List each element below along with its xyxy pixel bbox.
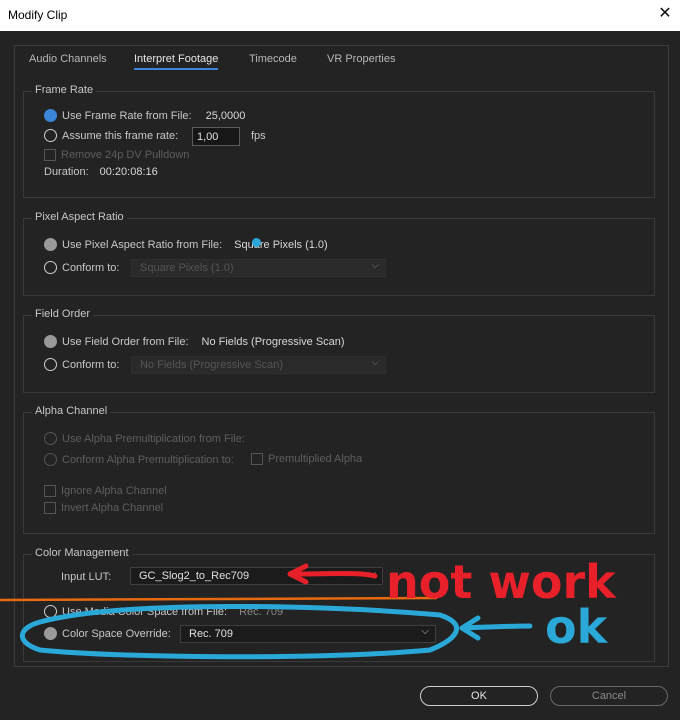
radio-checked-icon[interactable] (44, 627, 57, 640)
par-conform-label: Conform to: (62, 261, 120, 274)
pixel-aspect-legend: Pixel Aspect Ratio (32, 211, 127, 223)
chevron-down-icon: ⌵ (368, 568, 376, 579)
tab-audio-channels[interactable]: Audio Channels (29, 53, 107, 65)
par-conform-value: Square Pixels (1.0) (140, 262, 234, 274)
alpha-conform-label: Conform Alpha Premultiplication to: (62, 453, 234, 466)
premultiplied-alpha-label: Premultiplied Alpha (268, 453, 363, 465)
field-order-from-file-label: Use Field Order from File: (62, 335, 189, 348)
field-order-conform-option[interactable]: Conform to: (44, 358, 119, 371)
color-space-override-value: Rec. 709 (189, 628, 234, 640)
radio-icon[interactable] (44, 432, 57, 445)
checkbox-icon[interactable] (251, 453, 263, 465)
par-conform-option[interactable]: Conform to: (44, 261, 119, 274)
color-space-override-select[interactable]: Rec. 709 ⌵ (180, 625, 436, 643)
duration-label: Duration: (44, 166, 89, 178)
premultiplied-alpha-option[interactable]: Premultiplied Alpha (251, 453, 362, 465)
annotation-dot (252, 238, 261, 247)
frame-rate-group: Frame Rate (23, 84, 655, 198)
chevron-down-icon: ⌵ (371, 357, 379, 368)
checkbox-icon[interactable] (44, 502, 56, 514)
radio-icon[interactable] (44, 605, 57, 618)
field-order-conform-value: No Fields (Progressive Scan) (140, 359, 284, 371)
remove-pulldown-option[interactable]: Remove 24p DV Pulldown (44, 149, 189, 161)
color-space-override-label: Color Space Override: (62, 627, 171, 640)
tab-timecode[interactable]: Timecode (249, 53, 297, 65)
par-conform-select[interactable]: Square Pixels (1.0) ⌵ (131, 259, 386, 277)
duration-row: Duration: 00:20:08:16 (44, 166, 158, 178)
chevron-down-icon: ⌵ (421, 626, 429, 637)
input-lut-select[interactable]: GC_Slog2_to_Rec709 ⌵ (130, 567, 383, 585)
alpha-conform-option[interactable]: Conform Alpha Premultiplication to: (44, 453, 234, 466)
frame-rate-legend: Frame Rate (32, 84, 97, 96)
radio-checked-icon[interactable] (44, 238, 57, 251)
fps-unit-label: fps (251, 130, 266, 142)
invert-alpha-label: Invert Alpha Channel (61, 502, 164, 514)
alpha-channel-group: Alpha Channel (23, 405, 655, 534)
color-management-legend: Color Management (32, 547, 132, 559)
radio-checked-icon[interactable] (44, 335, 57, 348)
frame-rate-from-file-label: Use Frame Rate from File: (62, 109, 192, 122)
frame-rate-from-file-option[interactable]: Use Frame Rate from File: 25,0000 (44, 109, 245, 122)
field-order-conform-select[interactable]: No Fields (Progressive Scan) ⌵ (131, 356, 386, 374)
assume-frame-rate-label: Assume this frame rate: (62, 129, 179, 142)
par-from-file-label: Use Pixel Aspect Ratio from File: (62, 238, 223, 251)
tab-vr-properties[interactable]: VR Properties (327, 53, 395, 65)
field-order-from-file-value: No Fields (Progressive Scan) (201, 335, 345, 348)
cancel-button[interactable]: Cancel (550, 686, 668, 706)
assume-frame-rate-option[interactable]: Assume this frame rate: (44, 129, 178, 142)
window-title: Modify Clip (8, 8, 68, 22)
checkbox-icon[interactable] (44, 485, 56, 497)
title-bar: Modify Clip ✕ (0, 0, 680, 31)
input-lut-label: Input LUT: (61, 571, 112, 583)
radio-icon[interactable] (44, 358, 57, 371)
invert-alpha-option[interactable]: Invert Alpha Channel (44, 502, 163, 514)
ignore-alpha-label: Ignore Alpha Channel (61, 485, 167, 497)
close-icon[interactable]: ✕ (656, 5, 674, 23)
duration-value: 00:20:08:16 (99, 166, 158, 178)
frame-rate-input[interactable] (192, 127, 240, 146)
pixel-aspect-group: Pixel Aspect Ratio (23, 211, 655, 296)
radio-checked-icon[interactable] (44, 109, 57, 122)
par-from-file-value: Square Pixels (1.0) (234, 238, 328, 251)
tab-interpret-footage[interactable]: Interpret Footage (134, 53, 219, 70)
radio-icon[interactable] (44, 129, 57, 142)
ignore-alpha-option[interactable]: Ignore Alpha Channel (44, 485, 167, 497)
media-color-space-option[interactable]: Use Media Color Space from File: Rec. 70… (44, 605, 283, 618)
alpha-from-file-label: Use Alpha Premultiplication from File: (62, 432, 245, 445)
field-order-group: Field Order (23, 308, 655, 393)
alpha-from-file-option[interactable]: Use Alpha Premultiplication from File: (44, 432, 245, 445)
remove-pulldown-label: Remove 24p DV Pulldown (61, 149, 190, 161)
alpha-channel-legend: Alpha Channel (32, 405, 111, 417)
field-order-from-file-option[interactable]: Use Field Order from File: No Fields (Pr… (44, 335, 345, 348)
chevron-down-icon: ⌵ (371, 260, 379, 271)
checkbox-icon[interactable] (44, 149, 56, 161)
input-lut-value: GC_Slog2_to_Rec709 (139, 570, 250, 582)
field-order-conform-label: Conform to: (62, 358, 120, 371)
media-color-space-value: Rec. 709 (239, 605, 284, 618)
radio-icon[interactable] (44, 453, 57, 466)
par-from-file-option[interactable]: Use Pixel Aspect Ratio from File: Square… (44, 238, 328, 251)
field-order-legend: Field Order (32, 308, 94, 320)
radio-icon[interactable] (44, 261, 57, 274)
frame-rate-from-file-value: 25,0000 (205, 109, 246, 122)
color-space-override-option[interactable]: Color Space Override: (44, 627, 171, 640)
ok-button[interactable]: OK (420, 686, 538, 706)
media-color-space-label: Use Media Color Space from File: (62, 605, 228, 618)
